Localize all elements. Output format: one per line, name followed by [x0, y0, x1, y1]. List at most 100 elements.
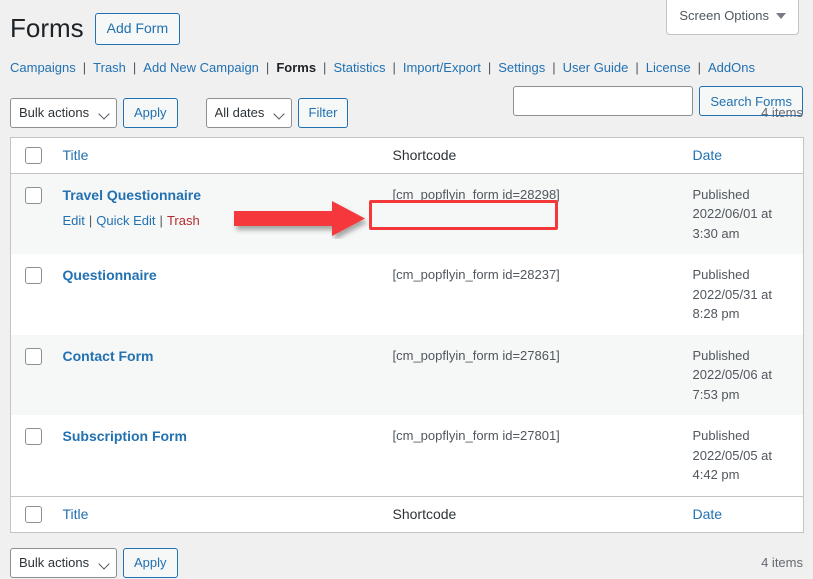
table-head: Title Shortcode Date — [10, 137, 804, 174]
row-checkbox[interactable] — [25, 347, 42, 365]
subnav-link-user-guide[interactable]: User Guide — [563, 60, 629, 75]
bulk-actions-group-top: Bulk actions Apply All dates Filter — [10, 97, 349, 128]
subnav-separator: | — [635, 59, 639, 75]
table-row: Questionnaire [cm_popflyin_form id=28237… — [10, 254, 804, 335]
subnav-item-import-export: Import/Export | — [403, 60, 498, 75]
row-title-cell: Subscription Form — [53, 415, 383, 496]
column-header-shortcode: Shortcode — [382, 137, 683, 174]
row-title-link[interactable]: Travel Questionnaire — [63, 187, 202, 203]
row-action-edit[interactable]: Edit — [63, 213, 85, 228]
screen-options-label: Screen Options — [679, 8, 769, 23]
subnav-item-license: License | — [646, 60, 708, 75]
row-date-cell: Published 2022/06/01 at 3:30 am — [683, 173, 804, 254]
row-select-cell — [11, 254, 53, 335]
displaying-num-top: 4 items — [761, 105, 803, 121]
apply-button-top[interactable]: Apply — [123, 97, 178, 128]
row-date-value: 2022/06/01 at — [692, 206, 773, 222]
subnav-item-trash: Trash | — [93, 60, 143, 75]
select-all-checkbox-top[interactable] — [25, 146, 42, 164]
bulk-actions-select-wrap-bottom: Bulk actions — [10, 547, 117, 578]
subnav-link-trash[interactable]: Trash — [93, 60, 126, 75]
column-footer-shortcode: Shortcode — [382, 495, 683, 533]
sort-date-link-top[interactable]: Date — [693, 147, 723, 163]
subnav-link-forms[interactable]: Forms — [276, 60, 316, 75]
column-header-date: Date — [682, 137, 804, 174]
subnav-item-addons: AddOns — [708, 60, 755, 75]
apply-button-bottom[interactable]: Apply — [123, 547, 178, 578]
row-date-time: 7:53 pm — [692, 386, 740, 402]
row-date-status: Published — [692, 428, 750, 444]
subnav-link-statistics[interactable]: Statistics — [333, 60, 385, 75]
subnav-item-settings: Settings | — [498, 60, 562, 75]
row-action-quick-edit[interactable]: Quick Edit — [96, 213, 155, 228]
row-date-cell: Published 2022/05/31 at 8:28 pm — [683, 254, 804, 335]
select-all-footer — [10, 495, 53, 533]
row-date-value: 2022/05/06 at — [692, 367, 773, 383]
subnav-link-import-export[interactable]: Import/Export — [403, 60, 481, 75]
subnav-item-statistics: Statistics | — [333, 60, 402, 75]
row-select-cell — [11, 415, 53, 496]
table-foot: Title Shortcode Date — [10, 495, 804, 533]
select-all-header — [10, 137, 53, 174]
row-checkbox[interactable] — [25, 267, 42, 285]
row-title-link[interactable]: Contact Form — [63, 348, 154, 364]
row-date-time: 3:30 am — [692, 225, 740, 241]
page-title: Forms — [10, 13, 84, 43]
column-label-shortcode-bottom: Shortcode — [392, 506, 457, 523]
select-all-checkbox-bottom[interactable] — [25, 505, 42, 523]
displaying-num-bottom: 4 items — [761, 555, 803, 571]
column-label-shortcode-top: Shortcode — [392, 147, 457, 164]
subnav-link-license[interactable]: License — [646, 60, 691, 75]
row-checkbox[interactable] — [25, 186, 42, 204]
subnav-separator: | — [487, 59, 492, 75]
sort-title-link-top[interactable]: Title — [63, 147, 89, 163]
row-date-status: Published — [692, 186, 750, 202]
subnav-separator: | — [697, 59, 701, 75]
screen-meta: Screen Options — [666, 0, 799, 36]
subnav-link-settings[interactable]: Settings — [498, 60, 545, 75]
column-header-title: Title — [52, 137, 383, 174]
sort-title-link-bottom[interactable]: Title — [63, 506, 89, 522]
row-action-separator: | — [159, 212, 163, 228]
row-checkbox[interactable] — [25, 428, 42, 446]
bulk-actions-select-bottom[interactable]: Bulk actions — [10, 547, 117, 578]
row-action-separator: | — [88, 212, 93, 228]
row-date-status: Published — [692, 347, 750, 363]
row-action-trash[interactable]: Trash — [167, 213, 200, 228]
date-filter-select[interactable]: All dates — [205, 97, 292, 128]
row-shortcode-cell: [cm_popflyin_form id=27861] — [392, 347, 560, 363]
subnav-item-add-new-campaign: Add New Campaign | — [143, 60, 276, 75]
table-row: Subscription Form [cm_popflyin_form id=2… — [10, 415, 804, 497]
row-date-cell: Published 2022/05/05 at 4:42 pm — [683, 415, 804, 496]
subnav-link-addons[interactable]: AddOns — [708, 60, 755, 75]
bulk-actions-select-top[interactable]: Bulk actions — [10, 97, 117, 128]
column-footer-date: Date — [682, 495, 804, 533]
subnav-link-add-new-campaign[interactable]: Add New Campaign — [143, 60, 259, 75]
table-row: Travel Questionnaire Edit | Quick Edit | Tra… — [10, 173, 804, 255]
row-select-cell — [11, 173, 53, 254]
subnav-separator: | — [552, 59, 556, 75]
date-filter-select-wrap: All dates — [205, 97, 292, 128]
row-title-link[interactable]: Subscription Form — [63, 428, 187, 444]
subnav-item-campaigns: Campaigns | — [10, 60, 93, 75]
row-date-value: 2022/05/31 at — [692, 286, 773, 302]
bulk-actions-group-bottom: Bulk actions Apply — [10, 547, 178, 578]
column-footer-title: Title — [52, 495, 383, 533]
sub-navigation: Campaigns | Trash | Add New Campaign | F… — [10, 60, 813, 75]
row-date-cell: Published 2022/05/06 at 7:53 pm — [683, 335, 804, 416]
table-row: Contact Form [cm_popflyin_form id=27861]… — [10, 334, 804, 416]
row-date-time: 4:42 pm — [692, 467, 740, 483]
screen-options-button[interactable]: Screen Options — [666, 0, 799, 36]
row-date-value: 2022/05/05 at — [692, 447, 773, 463]
filter-button[interactable]: Filter — [297, 97, 349, 128]
subnav-separator: | — [265, 59, 270, 75]
row-shortcode-cell: [cm_popflyin_form id=28298] — [392, 186, 560, 202]
row-date-status: Published — [692, 267, 750, 283]
add-form-button[interactable]: Add Form — [94, 12, 181, 46]
table-body: Travel Questionnaire Edit | Quick Edit | Tra… — [10, 173, 804, 497]
sort-date-link-bottom[interactable]: Date — [693, 506, 723, 522]
row-title-link[interactable]: Questionnaire — [63, 267, 157, 283]
row-select-cell — [11, 335, 53, 416]
subnav-link-campaigns[interactable]: Campaigns — [10, 60, 76, 75]
subnav-separator: | — [132, 59, 137, 75]
